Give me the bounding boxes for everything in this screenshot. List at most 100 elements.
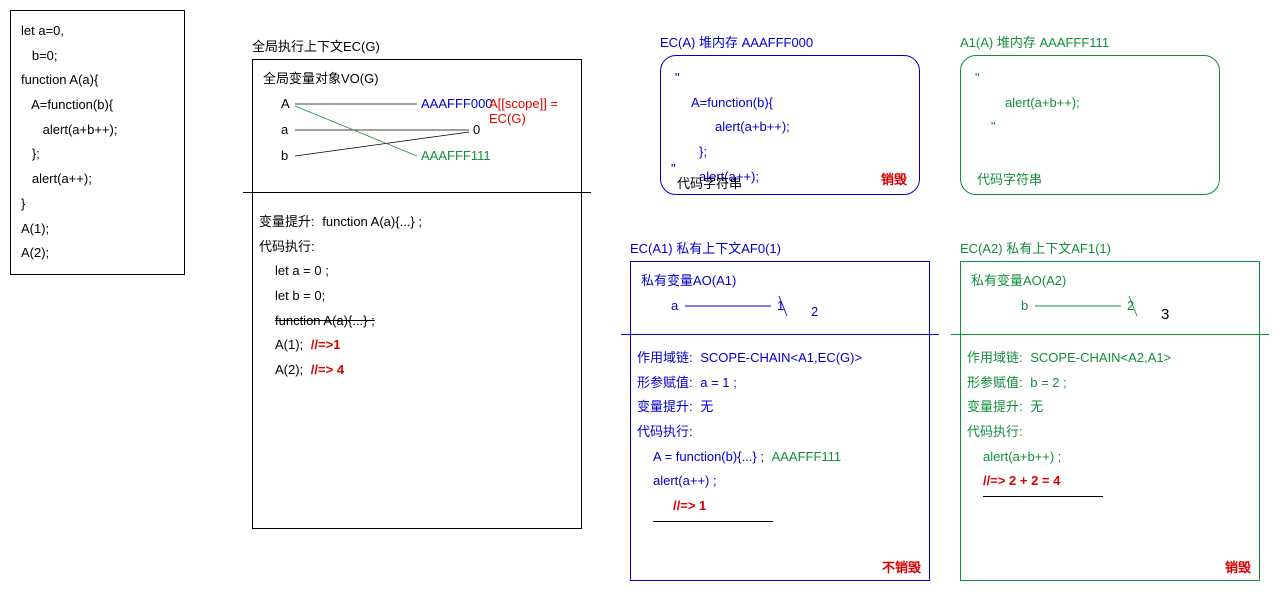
- code-line: A(1);: [21, 217, 174, 242]
- ecg-title: 全局执行上下文EC(G): [252, 36, 582, 55]
- heap-A1-box: " alert(a+b++); " 代码字符串: [960, 55, 1220, 195]
- scope-label: 作用域链:: [967, 350, 1023, 365]
- exec-label: 代码执行:: [967, 420, 1253, 445]
- ao-a2-v2: 3: [1161, 306, 1169, 323]
- code-line: b=0;: [21, 44, 174, 69]
- heap-A1-panel: A1(A) 堆内存 AAAFFF111 " alert(a+b++); " 代码…: [960, 32, 1220, 195]
- heap-A-box: " A=function(b){ alert(a+b++); }; alert(…: [660, 55, 920, 195]
- call-A1-text: A(1);: [275, 337, 303, 352]
- ecg-box: 全局变量对象VO(G) A a b AAAFFF000 A[[scope]] =…: [252, 59, 582, 529]
- ao-a2-v1: 2: [1127, 298, 1134, 313]
- ec-a1-box: 私有变量AO(A1) a 1 2 作用域链: SCOPE-CHAIN<A1,EC…: [630, 261, 930, 581]
- call-A2-text: A(2);: [275, 362, 303, 377]
- divider: [243, 192, 591, 193]
- param-label: 形参赋值:: [637, 375, 693, 390]
- scope-val: SCOPE-CHAIN<A2,A1>: [1030, 350, 1171, 365]
- heap-A1-q2: ": [975, 115, 1205, 140]
- scope-row: 作用域链: SCOPE-CHAIN<A2,A1>: [967, 346, 1253, 371]
- ec-a2-box: 私有变量AO(A2) b 2 3 作用域链: SCOPE-CHAIN<A2,A1…: [960, 261, 1260, 581]
- ao-a1-title: 私有变量AO(A1): [641, 270, 919, 289]
- ao-a1-v1: 1: [777, 298, 784, 313]
- call-A2-result: //=> 4: [311, 362, 344, 377]
- hoist-label: 变量提升:: [967, 399, 1023, 414]
- heap-A-l3: };: [675, 140, 905, 165]
- scope-label: 作用域链:: [637, 350, 693, 365]
- exec-result: //=> 1: [637, 494, 923, 519]
- ec-a1-footer: 不销毁: [882, 557, 921, 576]
- ec-a2-title: EC(A2) 私有上下文AF1(1): [960, 238, 1260, 257]
- code-line: A(2);: [21, 241, 174, 266]
- hoist-label: 变量提升:: [637, 399, 693, 414]
- heap-A-panel: EC(A) 堆内存 AAAFFF000 " A=function(b){ ale…: [660, 32, 920, 195]
- scope-note: A[[scope]] = EC(G): [489, 96, 581, 126]
- ec-a2-footer: 销毁: [1225, 557, 1251, 576]
- code-line: A=function(b){: [21, 93, 174, 118]
- divider: [951, 334, 1269, 335]
- ao-a2-var: b: [1021, 298, 1028, 313]
- ec-a1-panel: EC(A1) 私有上下文AF0(1) 私有变量AO(A1) a 1 2 作用域链…: [630, 238, 930, 581]
- vo-var-A: A: [281, 96, 290, 111]
- code-line: function A(a){: [21, 68, 174, 93]
- addr-A: AAAFFF000: [421, 96, 493, 111]
- exec-let-a: let a = 0 ;: [259, 259, 575, 284]
- underline: [983, 496, 1103, 497]
- param-val: a = 1 ;: [700, 375, 737, 390]
- code-line: };: [21, 142, 174, 167]
- addr-A1: AAAFFF111: [421, 148, 491, 163]
- param-row: 形参赋值: b = 2 ;: [967, 371, 1253, 396]
- hoist-row: 变量提升: function A(a){...} ;: [259, 210, 575, 235]
- exec-l1: A = function(b){...} ; AAAFFF111: [637, 445, 923, 470]
- scope-val: SCOPE-CHAIN<A1,EC(G)>: [700, 350, 862, 365]
- underline: [653, 521, 773, 522]
- heap-A1-title: A1(A) 堆内存 AAAFFF111: [960, 32, 1220, 51]
- ec-a2-panel: EC(A2) 私有上下文AF1(1) 私有变量AO(A2) b 2 3 作用域链…: [960, 238, 1260, 581]
- exec-l1b: AAAFFF111: [772, 449, 842, 464]
- heap-A1-l1: alert(a+b++);: [975, 91, 1205, 116]
- hoist-row: 变量提升: 无: [637, 395, 923, 420]
- exec-call-A2: A(2); //=> 4: [259, 358, 575, 383]
- code-line: }: [21, 192, 174, 217]
- exec-fn-crossed: function A(a){...} ;: [259, 309, 575, 334]
- ec-a1-title: EC(A1) 私有上下文AF0(1): [630, 238, 930, 257]
- exec-label: 代码执行:: [259, 235, 575, 260]
- param-val: b = 2 ;: [1030, 375, 1067, 390]
- hoist-val: 无: [1030, 399, 1043, 414]
- zero-val: 0: [473, 122, 480, 137]
- code-line: alert(a+b++);: [21, 118, 174, 143]
- exec-l1a: A = function(b){...} ;: [653, 449, 764, 464]
- vo-var-b: b: [281, 148, 288, 163]
- heap-A-title: EC(A) 堆内存 AAAFFF000: [660, 32, 920, 51]
- vo-var-a: a: [281, 122, 288, 137]
- exec-l1: alert(a+b++) ;: [967, 445, 1253, 470]
- heap-A1-q1: ": [975, 66, 1205, 91]
- ao-a1-var: a: [671, 298, 678, 313]
- heap-A-q2: ": [671, 161, 676, 176]
- heap-A-l2: alert(a+b++);: [675, 115, 905, 140]
- hoist-val: 无: [700, 399, 713, 414]
- heap-A-footer: 代码字符串: [677, 173, 742, 192]
- code-line: let a=0,: [21, 19, 174, 44]
- exec-l2: alert(a++) ;: [637, 469, 923, 494]
- hoist-row: 变量提升: 无: [967, 395, 1253, 420]
- source-code-box: let a=0, b=0; function A(a){ A=function(…: [10, 10, 185, 275]
- code-line: alert(a++);: [21, 167, 174, 192]
- heap-A-l1: A=function(b){: [675, 91, 905, 116]
- exec-label: 代码执行:: [637, 420, 923, 445]
- hoist-label: 变量提升:: [259, 214, 315, 229]
- exec-call-A1: A(1); //=>1: [259, 333, 575, 358]
- ao-a2-title: 私有变量AO(A2): [971, 270, 1249, 289]
- exec-result: //=> 2 + 2 = 4: [967, 469, 1253, 494]
- heap-A-destroy: 销毁: [881, 169, 907, 188]
- param-row: 形参赋值: a = 1 ;: [637, 371, 923, 396]
- heap-A1-footer: 代码字符串: [977, 169, 1042, 188]
- scope-row: 作用域链: SCOPE-CHAIN<A1,EC(G)>: [637, 346, 923, 371]
- hoist-fn: function A(a){...} ;: [322, 214, 422, 229]
- exec-let-b: let b = 0;: [259, 284, 575, 309]
- divider: [621, 334, 939, 335]
- param-label: 形参赋值:: [967, 375, 1023, 390]
- ecg-panel: 全局执行上下文EC(G) 全局变量对象VO(G) A a b AAAFFF000…: [252, 36, 582, 529]
- vo-title: 全局变量对象VO(G): [263, 68, 571, 87]
- ao-a1-v2: 2: [811, 304, 818, 319]
- heap-A-q1: ": [675, 66, 905, 91]
- call-A1-result: //=>1: [311, 337, 341, 352]
